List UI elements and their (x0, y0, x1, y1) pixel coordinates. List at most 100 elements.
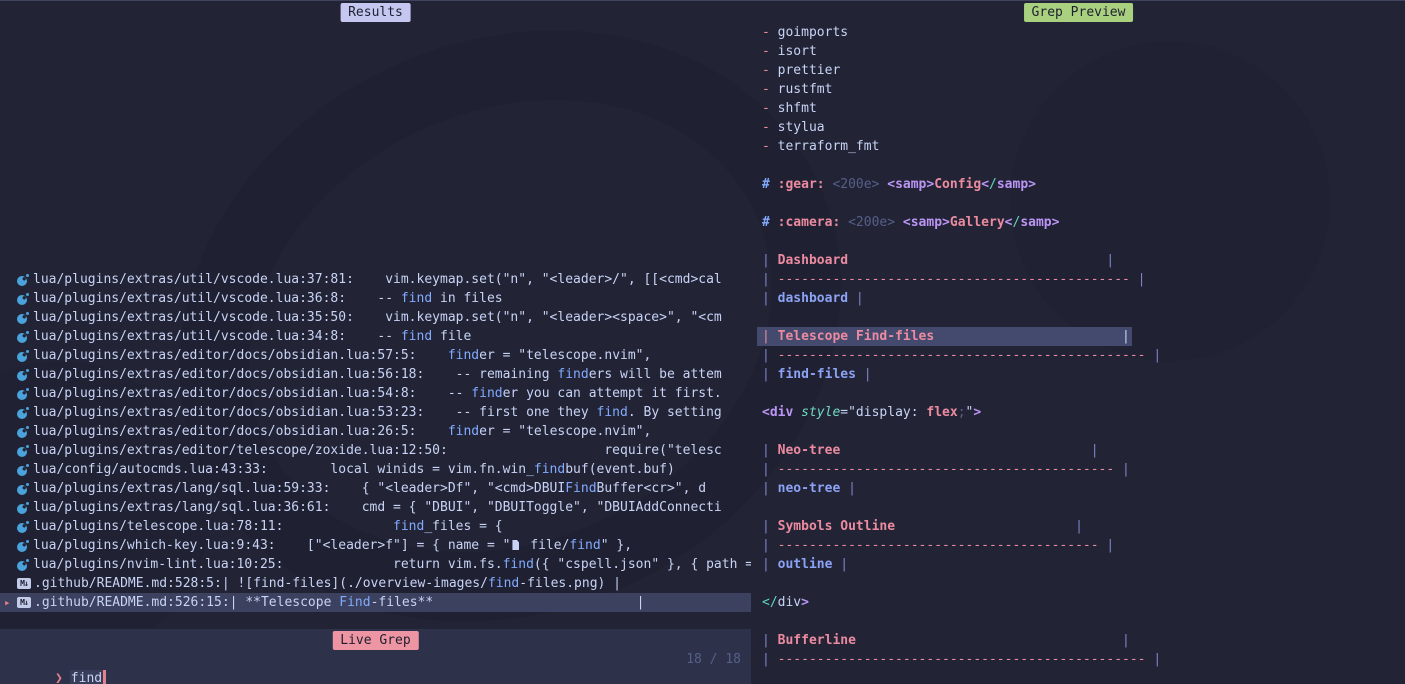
preview-content: - goimports- isort- prettier- rustfmt- s… (752, 23, 1405, 684)
preview-line (752, 422, 1405, 441)
result-row[interactable]: lua/plugins/extras/editor/docs/obsidian.… (0, 346, 751, 365)
preview-line (752, 194, 1405, 213)
markdown-icon: M↓ (17, 578, 31, 589)
preview-line (752, 308, 1405, 327)
lua-icon (17, 350, 29, 362)
lua-icon (17, 521, 29, 533)
result-row-text: lua/config/autocmds.lua:43:33: local win… (33, 460, 675, 479)
preview-line: - prettier (752, 61, 1405, 80)
result-row[interactable]: lua/plugins/extras/lang/sql.lua:59:33: {… (0, 479, 751, 498)
preview-line: # :camera: <200e> <samp>Gallery</samp> (752, 213, 1405, 232)
lua-icon (17, 559, 29, 571)
result-row-text: lua/plugins/extras/editor/docs/obsidian.… (33, 403, 722, 422)
preview-line: | --------------------------------------… (752, 536, 1405, 555)
result-row[interactable]: lua/config/autocmds.lua:43:33: local win… (0, 460, 751, 479)
lua-icon (17, 312, 29, 324)
preview-line: </div> (752, 593, 1405, 612)
preview-line (752, 612, 1405, 631)
result-row-text: lua/plugins/extras/editor/docs/obsidian.… (33, 346, 651, 365)
lua-icon (17, 293, 29, 305)
grep-preview-window: Grep Preview - goimports- isort- prettie… (752, 1, 1405, 684)
preview-line (752, 232, 1405, 251)
result-row[interactable]: lua/plugins/extras/lang/sql.lua:36:61: c… (0, 498, 751, 517)
prompt-window: Live Grep ❯find 18 / 18 (0, 629, 751, 684)
lua-icon (17, 331, 29, 343)
live-grep-title: Live Grep (332, 631, 418, 650)
result-row[interactable]: lua/plugins/extras/editor/docs/obsidian.… (0, 384, 751, 403)
preview-line: | Dashboard | (752, 251, 1405, 270)
preview-line: - isort (752, 42, 1405, 61)
preview-line (752, 498, 1405, 517)
lua-icon (17, 502, 29, 514)
result-row[interactable]: lua/plugins/extras/editor/telescope/zoxi… (0, 441, 751, 460)
result-row-text: lua/plugins/extras/util/vscode.lua:34:8:… (33, 327, 471, 346)
result-row-text: lua/plugins/extras/util/vscode.lua:35:50… (33, 308, 722, 327)
preview-highlighted-line: | Telescope Find-files | (757, 327, 1132, 346)
file-icon (512, 540, 519, 550)
result-counter: 18 / 18 (686, 650, 741, 669)
text-cursor (103, 670, 106, 684)
result-row[interactable]: M↓.github/README.md:528:5:| ![find-files… (0, 574, 751, 593)
result-row[interactable]: lua/plugins/extras/editor/docs/obsidian.… (0, 365, 751, 384)
preview-line (752, 669, 1405, 684)
result-row-text: lua/plugins/extras/util/vscode.lua:36:8:… (33, 289, 503, 308)
preview-line: | Bufferline | (752, 631, 1405, 650)
preview-line: | --------------------------------------… (752, 270, 1405, 289)
result-row-text: lua/plugins/nvim-lint.lua:10:25: return … (33, 555, 751, 574)
result-row[interactable]: lua/plugins/telescope.lua:78:11: find_fi… (0, 517, 751, 536)
result-row[interactable]: lua/plugins/extras/editor/docs/obsidian.… (0, 403, 751, 422)
result-row-text: lua/plugins/extras/editor/docs/obsidian.… (33, 422, 651, 441)
preview-line: | dashboard | (752, 289, 1405, 308)
preview-line: - terraform_fmt (752, 137, 1405, 156)
preview-line: - stylua (752, 118, 1405, 137)
preview-line: | Telescope Find-files | (752, 327, 1405, 346)
preview-line: - shfmt (752, 99, 1405, 118)
lua-icon (17, 407, 29, 419)
lua-icon (17, 540, 29, 552)
lua-icon (17, 426, 29, 438)
preview-line: | neo-tree | (752, 479, 1405, 498)
lua-icon (17, 445, 29, 457)
preview-line: | --------------------------------------… (752, 460, 1405, 479)
preview-line: | --------------------------------------… (752, 346, 1405, 365)
preview-line: | outline | (752, 555, 1405, 574)
preview-line: | Neo-tree | (752, 441, 1405, 460)
results-window: Results lua/plugins/extras/util/vscode.l… (0, 1, 751, 618)
lua-icon (17, 274, 29, 286)
result-row[interactable]: lua/plugins/which-key.lua:9:43: ["<leade… (0, 536, 751, 555)
prompt-chevron-icon: ❯ (55, 671, 63, 684)
markdown-icon: M↓ (17, 597, 31, 608)
result-row-text: lua/plugins/extras/editor/docs/obsidian.… (33, 384, 722, 403)
result-row-text: .github/README.md:526:15:| **Telescope F… (34, 593, 645, 612)
result-row[interactable]: lua/plugins/extras/util/vscode.lua:35:50… (0, 308, 751, 327)
preview-line (752, 574, 1405, 593)
search-query-text: find (70, 670, 103, 684)
result-row-text: .github/README.md:528:5:| ![find-files](… (34, 574, 621, 593)
results-list: lua/plugins/extras/util/vscode.lua:37:81… (0, 270, 751, 612)
preview-line (752, 384, 1405, 403)
result-row-text: lua/plugins/extras/lang/sql.lua:36:61: c… (33, 498, 722, 517)
search-input[interactable]: ❯find 18 / 18 (8, 650, 743, 669)
result-row-text: lua/plugins/extras/util/vscode.lua:37:81… (33, 270, 722, 289)
result-row[interactable]: lua/plugins/extras/editor/docs/obsidian.… (0, 422, 751, 441)
result-row[interactable]: lua/plugins/extras/util/vscode.lua:34:8:… (0, 327, 751, 346)
preview-line: # :gear: <200e> <samp>Config</samp> (752, 175, 1405, 194)
telescope-live-grep-app: Results lua/plugins/extras/util/vscode.l… (0, 0, 1405, 684)
preview-line: | find-files | (752, 365, 1405, 384)
result-row-text: lua/plugins/which-key.lua:9:43: ["<leade… (33, 536, 632, 555)
lua-icon (17, 369, 29, 381)
preview-line: - rustfmt (752, 80, 1405, 99)
result-row[interactable]: ▸ M↓.github/README.md:526:15:| **Telescop… (0, 593, 751, 612)
preview-line: <div style="display: flex;"> (752, 403, 1405, 422)
selection-caret-icon: ▸ (4, 593, 11, 612)
grep-preview-title: Grep Preview (1024, 3, 1134, 22)
result-row-text: lua/plugins/telescope.lua:78:11: find_fi… (33, 517, 503, 536)
result-row[interactable]: lua/plugins/extras/util/vscode.lua:36:8:… (0, 289, 751, 308)
preview-line: - goimports (752, 23, 1405, 42)
result-row[interactable]: lua/plugins/nvim-lint.lua:10:25: return … (0, 555, 751, 574)
result-row[interactable]: lua/plugins/extras/util/vscode.lua:37:81… (0, 270, 751, 289)
lua-icon (17, 464, 29, 476)
preview-line: | --------------------------------------… (752, 650, 1405, 669)
preview-line: | Symbols Outline | (752, 517, 1405, 536)
lua-icon (17, 483, 29, 495)
